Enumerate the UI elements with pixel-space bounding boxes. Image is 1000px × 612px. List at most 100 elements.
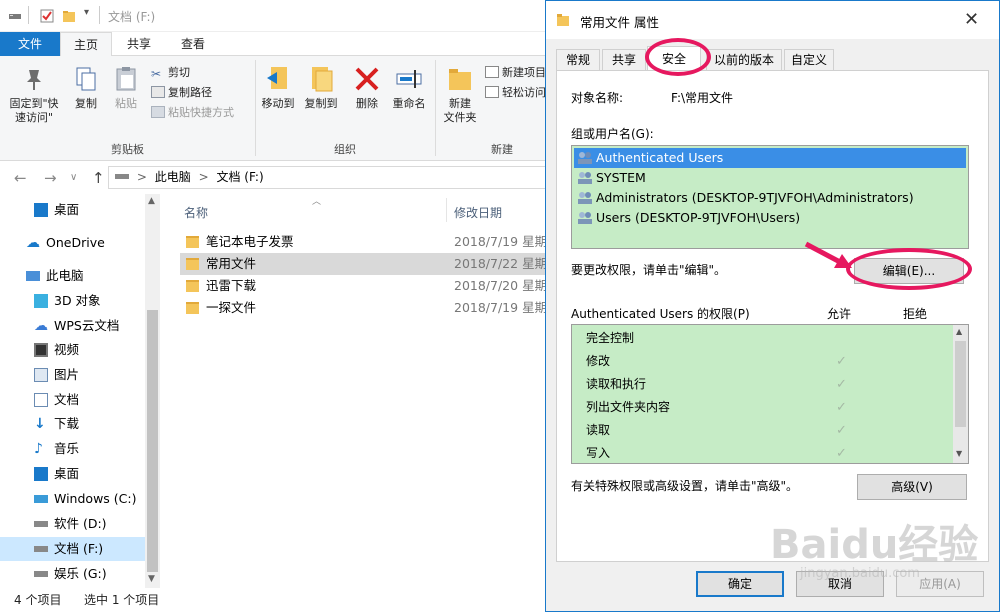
tab-general[interactable]: 常规 [556,49,600,70]
nav-label: 下载 [54,416,80,431]
nav-label: 音乐 [54,441,80,456]
pin-quick-access-button[interactable]: 固定到"快速访问" [6,64,62,125]
scroll-down-icon[interactable]: ▼ [148,574,155,584]
nav-label: 文档 [54,392,80,407]
user-row[interactable]: Users (DESKTOP-9TJVFOH\Users) [574,208,966,228]
scroll-thumb[interactable] [955,341,966,427]
nav-item-this-pc[interactable]: 此电脑 [0,264,145,288]
breadcrumb-current[interactable]: 文档 (F:) [216,170,263,184]
tab-sharing[interactable]: 共享 [602,49,646,70]
file-row[interactable]: 一探文件 2018/7/19 星期 [180,297,548,319]
tab-share[interactable]: 共享 [114,32,164,56]
file-row-selected[interactable]: 常用文件 2018/7/22 星期 [180,253,548,275]
column-separator[interactable] [446,198,447,222]
up-arrow-icon[interactable]: ↑ [92,169,105,187]
nav-item-drive-g[interactable]: 娱乐 (G:) [0,562,145,586]
allow-check-icon: ✓ [836,446,847,461]
copy-button[interactable]: 复制 [68,64,104,111]
dialog-title: 常用文件 属性 [580,15,659,30]
forward-arrow-icon[interactable]: → [44,169,57,187]
paste-shortcut-button[interactable]: 粘贴快捷方式 [151,104,234,122]
permission-row: 完全控制 [586,327,946,350]
windows-drive-icon [34,495,48,503]
nav-item-drive-c[interactable]: Windows (C:) [0,487,145,511]
user-row[interactable]: Administrators (DESKTOP-9TJVFOH\Administ… [574,188,966,208]
column-name-header[interactable]: 名称 [184,204,208,221]
easy-access-button[interactable]: 轻松访问 [485,84,546,102]
new-folder-qat-icon[interactable] [62,9,76,23]
pointer-arrow-icon [804,241,852,268]
perm-scrollbar[interactable]: ▲ ▼ [953,325,968,463]
nav-item-desktop[interactable]: 桌面 [0,198,145,222]
rename-button[interactable]: 重命名 [388,64,430,111]
recent-dropdown-icon[interactable]: ∨ [70,172,77,183]
copy-path-button[interactable]: 复制路径 [151,84,212,102]
column-modified-header[interactable]: 修改日期 [454,204,502,221]
nav-item-wps-cloud[interactable]: ☁ WPS云文档 [0,314,145,338]
drive-icon [34,546,48,552]
ok-button[interactable]: 确定 [696,571,784,597]
copy-to-button[interactable]: 复制到 [300,64,342,111]
new-folder-label: 新建 文件夹 [443,97,477,124]
scroll-up-icon[interactable]: ▲ [148,196,155,206]
rename-label: 重命名 [392,97,426,110]
nav-item-onedrive[interactable]: ☁ OneDrive [0,231,145,255]
nav-item-3d-objects[interactable]: 3D 对象 [0,289,145,313]
scroll-up-icon[interactable]: ▲ [956,327,962,336]
tab-previous-versions[interactable]: 以前的版本 [706,49,782,70]
new-folder-icon [449,69,471,90]
file-date: 2018/7/19 星期 [454,234,548,249]
new-folder-button[interactable]: 新建 文件夹 [438,64,482,125]
move-to-button[interactable]: 移动到 [258,64,298,111]
scroll-down-icon[interactable]: ▼ [956,449,962,458]
user-row-selected[interactable]: Authenticated Users [574,148,966,168]
new-item-icon [485,66,499,78]
nav-item-downloads[interactable]: ↓ 下载 [0,412,145,436]
tab-home[interactable]: 主页 [60,32,112,57]
breadcrumb-this-pc[interactable]: 此电脑 [155,170,191,184]
user-row[interactable]: SYSTEM [574,168,966,188]
nav-item-desktop-2[interactable]: 桌面 [0,462,145,486]
folder-icon [186,236,199,248]
file-row[interactable]: 笔记本电子发票 2018/7/19 星期 [180,231,548,253]
back-arrow-icon[interactable]: ← [14,169,27,187]
nav-item-music[interactable]: ♪ 音乐 [0,437,145,461]
tab-customize[interactable]: 自定义 [784,49,834,70]
properties-check-icon[interactable] [40,9,54,23]
delete-button[interactable]: 删除 [350,64,384,111]
address-box[interactable]: > 此电脑 > 文档 (F:) [108,166,548,189]
advanced-button[interactable]: 高级(V) [857,474,967,500]
tab-view[interactable]: 查看 [166,32,220,56]
nav-label: 软件 (D:) [54,516,107,531]
nav-item-drive-f[interactable]: 文档 (F:) [0,537,145,561]
tab-file[interactable]: 文件 [0,32,60,56]
nav-label: OneDrive [46,235,105,250]
users-list[interactable]: Authenticated Users SYSTEM Administrator… [571,145,969,249]
folder-title-icon [557,14,569,26]
scroll-thumb[interactable] [147,310,158,572]
title-divider [99,6,100,24]
nav-item-pictures[interactable]: 图片 [0,363,145,387]
navigation-pane: 桌面 ☁ OneDrive 此电脑 3D 对象 ☁ WPS云文档 视频 图片 文档 … [0,194,160,588]
qat-dropdown-icon[interactable]: ▾ [84,7,89,18]
close-icon[interactable]: ✕ [964,9,979,30]
nav-item-drive-d[interactable]: 软件 (D:) [0,512,145,536]
cut-button[interactable]: ✂ 剪切 [151,64,190,82]
new-item-button[interactable]: 新建项目 [485,64,546,82]
permission-name: 读取 [586,423,611,437]
nav-label: 此电脑 [46,268,84,283]
nav-item-videos[interactable]: 视频 [0,338,145,362]
nav-scrollbar[interactable]: ▲ ▼ [145,194,160,588]
desktop-icon [34,203,48,217]
dialog-titlebar: 常用文件 属性 ✕ [546,1,999,39]
paste-button[interactable]: 粘贴 [108,64,144,111]
security-panel: 对象名称: F:\常用文件 组或用户名(G): Authenticated Us… [556,70,989,562]
item-count: 4 个项目 [14,593,62,607]
file-name: 迅雷下载 [206,278,257,293]
scissors-icon: ✂ [151,67,162,81]
advanced-hint: 有关特殊权限或高级设置，请单击"高级"。 [571,479,799,493]
file-row[interactable]: 迅雷下载 2018/7/20 星期 [180,275,548,297]
address-bar-row: ← → ∨ ↑ > 此电脑 > 文档 (F:) [0,161,548,194]
nav-item-documents[interactable]: 文档 [0,388,145,412]
nav-label: 文档 (F:) [54,541,104,556]
